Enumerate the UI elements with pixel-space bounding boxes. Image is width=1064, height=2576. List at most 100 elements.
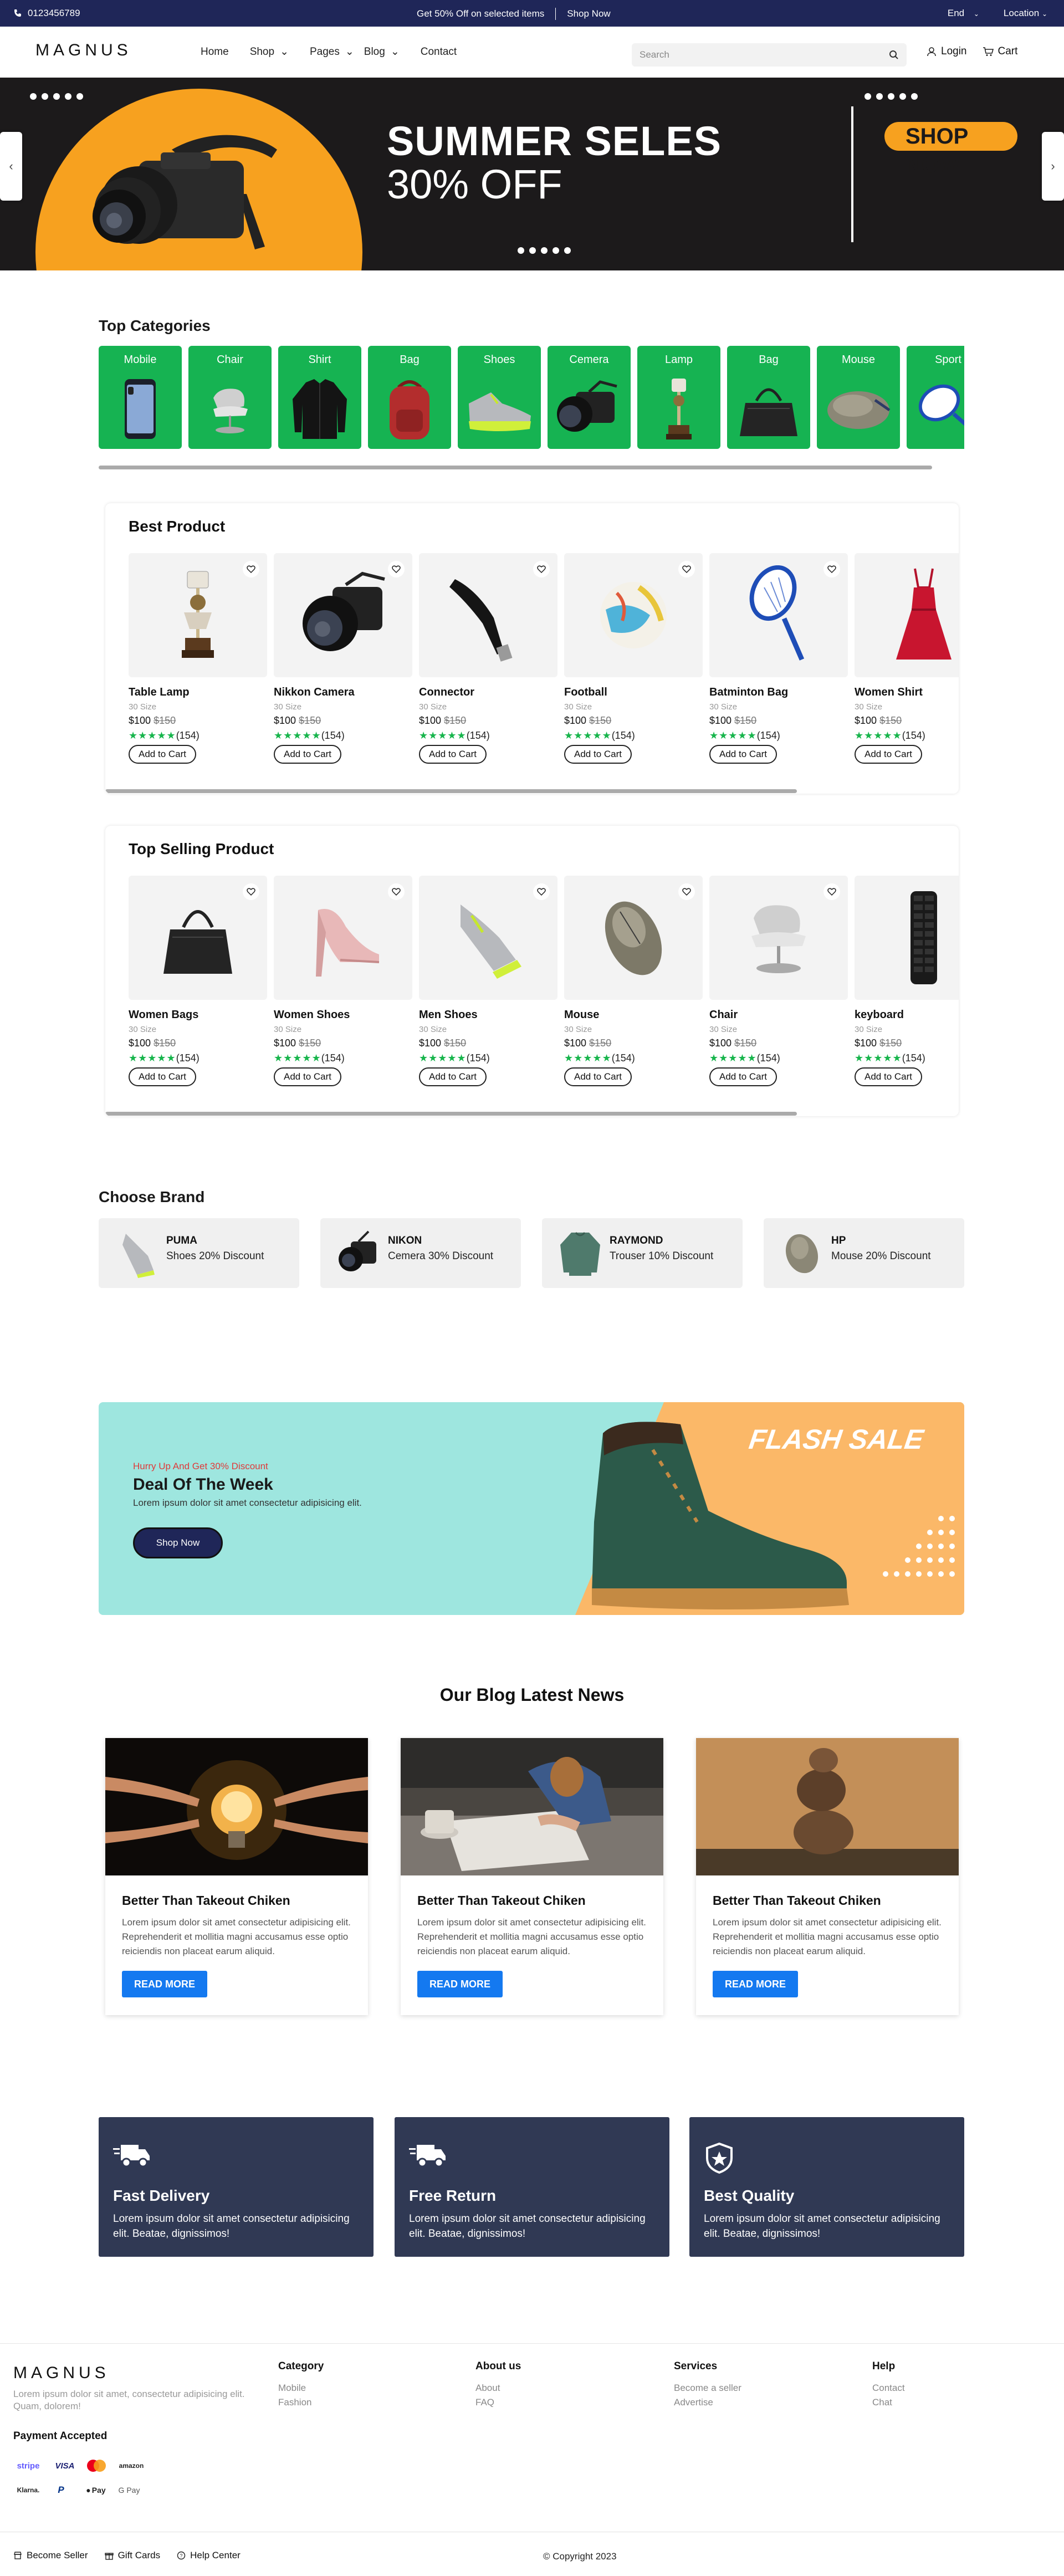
location-dropdown[interactable]: Location ⌄ [1004, 8, 1047, 19]
blog-post-title[interactable]: Better Than Takeout Chiken [417, 1893, 586, 1908]
product-image[interactable] [419, 876, 557, 1000]
hero-slider-dots[interactable] [518, 247, 571, 254]
product-name[interactable]: Batminton Bag [709, 686, 848, 699]
gift-cards-link[interactable]: Gift Cards [104, 2550, 160, 2561]
add-to-cart-button[interactable]: Add to Cart [419, 745, 487, 764]
blog-post-title[interactable]: Better Than Takeout Chiken [122, 1893, 290, 1908]
product-name[interactable]: Football [564, 686, 703, 699]
product-image[interactable] [564, 553, 703, 677]
search-input[interactable]: Search [632, 43, 907, 67]
footer-link[interactable]: Fashion [278, 2398, 324, 2407]
product-card[interactable]: Chair 30 Size $100 $150 ★★★★★(154) Add to Ca… [709, 876, 848, 1086]
hero-prev-button[interactable]: ‹ [0, 132, 22, 201]
footer-link[interactable]: FAQ [475, 2398, 521, 2407]
category-cemera[interactable]: Cemera [548, 346, 631, 449]
product-card[interactable]: Nikkon Camera 30 Size $100 $150 ★★★★★(154) A… [274, 553, 412, 764]
product-card[interactable]: Women Shirt 30 Size $100 $150 ★★★★★(154) Add… [855, 553, 959, 764]
category-bag-2[interactable]: Bag [727, 346, 810, 449]
footer-link[interactable]: Chat [872, 2398, 905, 2407]
product-image[interactable] [564, 876, 703, 1000]
add-to-cart-button[interactable]: Add to Cart [419, 1067, 487, 1086]
add-to-cart-button[interactable]: Add to Cart [709, 1067, 777, 1086]
blog-post-title[interactable]: Better Than Takeout Chiken [713, 1893, 881, 1908]
category-bag[interactable]: Bag [368, 346, 451, 449]
product-image[interactable] [129, 553, 267, 677]
product-name[interactable]: Nikkon Camera [274, 686, 412, 699]
language-dropdown[interactable]: End ⌄ [948, 8, 979, 19]
wishlist-heart-icon[interactable] [678, 883, 695, 900]
wishlist-heart-icon[interactable] [823, 883, 840, 900]
wishlist-heart-icon[interactable] [533, 561, 550, 577]
become-seller-link[interactable]: Become Seller [13, 2550, 88, 2561]
product-image[interactable] [419, 553, 557, 677]
add-to-cart-button[interactable]: Add to Cart [855, 745, 922, 764]
read-more-button[interactable]: READ MORE [713, 1971, 798, 1997]
category-sport[interactable]: Sport [907, 346, 964, 449]
read-more-button[interactable]: READ MORE [122, 1971, 207, 1997]
menu-blog[interactable]: Blog ⌄ [364, 45, 400, 58]
footer-link[interactable]: About [475, 2383, 521, 2393]
menu-home[interactable]: Home [201, 45, 229, 58]
wishlist-heart-icon[interactable] [243, 561, 259, 577]
menu-pages[interactable]: Pages ⌄ [310, 45, 354, 58]
product-name[interactable]: Chair [709, 1009, 848, 1021]
help-center-link[interactable]: ? Help Center [177, 2550, 241, 2561]
product-image[interactable] [129, 876, 267, 1000]
product-name[interactable]: keyboard [855, 1009, 959, 1021]
product-card[interactable]: Mouse 30 Size $100 $150 ★★★★★(154) Add to Ca… [564, 876, 703, 1086]
product-card[interactable]: Men Shoes 30 Size $100 $150 ★★★★★(154) Add t… [419, 876, 557, 1086]
add-to-cart-button[interactable]: Add to Cart [274, 1067, 341, 1086]
brand-card-puma[interactable]: PUMA Shoes 20% Discount [99, 1218, 299, 1288]
category-lamp[interactable]: Lamp [637, 346, 720, 449]
wishlist-heart-icon[interactable] [388, 561, 405, 577]
brand-card-hp[interactable]: HP Mouse 20% Discount [764, 1218, 964, 1288]
category-mobile[interactable]: Mobile [99, 346, 182, 449]
product-card[interactable]: Batminton Bag 30 Size $100 $150 ★★★★★(154) A… [709, 553, 848, 764]
product-name[interactable]: Table Lamp [129, 686, 267, 699]
product-card[interactable]: Women Shoes 30 Size $100 $150 ★★★★★(154) Add… [274, 876, 412, 1086]
category-scrollbar[interactable] [99, 466, 932, 469]
add-to-cart-button[interactable]: Add to Cart [855, 1067, 922, 1086]
footer-logo[interactable]: MAGNUS [13, 2364, 110, 2383]
deal-shop-now-button[interactable]: Shop Now [133, 1527, 223, 1558]
category-shoes[interactable]: Shoes [458, 346, 541, 449]
blog-post-image[interactable] [696, 1738, 959, 1875]
product-name[interactable]: Connector [419, 686, 557, 699]
hero-shop-now-button[interactable]: SHOP NOW [884, 122, 1017, 177]
wishlist-heart-icon[interactable] [533, 883, 550, 900]
product-card[interactable]: Women Bags 30 Size $100 $150 ★★★★★(154) Add … [129, 876, 267, 1086]
add-to-cart-button[interactable]: Add to Cart [129, 745, 196, 764]
blog-post-image[interactable] [401, 1738, 663, 1875]
footer-link[interactable]: Contact [872, 2383, 905, 2393]
menu-shop[interactable]: Shop ⌄ [250, 45, 289, 58]
read-more-button[interactable]: READ MORE [417, 1971, 503, 1997]
add-to-cart-button[interactable]: Add to Cart [564, 1067, 632, 1086]
product-image[interactable] [709, 876, 848, 1000]
add-to-cart-button[interactable]: Add to Cart [129, 1067, 196, 1086]
product-name[interactable]: Women Bags [129, 1009, 267, 1021]
product-card[interactable]: Connector 30 Size $100 $150 ★★★★★(154) Add t… [419, 553, 557, 764]
category-chair[interactable]: Chair [188, 346, 272, 449]
add-to-cart-button[interactable]: Add to Cart [564, 745, 632, 764]
add-to-cart-button[interactable]: Add to Cart [709, 745, 777, 764]
blog-post-image[interactable] [105, 1738, 368, 1875]
product-card[interactable]: Football 30 Size $100 $150 ★★★★★(154) Add to… [564, 553, 703, 764]
footer-link[interactable]: Mobile [278, 2383, 324, 2393]
search-icon[interactable] [889, 50, 899, 60]
product-image[interactable] [274, 876, 412, 1000]
wishlist-heart-icon[interactable] [823, 561, 840, 577]
menu-contact[interactable]: Contact [421, 45, 457, 58]
product-name[interactable]: Women Shoes [274, 1009, 412, 1021]
wishlist-heart-icon[interactable] [678, 561, 695, 577]
product-card[interactable]: Table Lamp 30 Size $100 $150 ★★★★★(154) Add … [129, 553, 267, 764]
login-link[interactable]: Login [927, 45, 967, 58]
wishlist-heart-icon[interactable] [388, 883, 405, 900]
footer-link[interactable]: Become a seller [674, 2383, 741, 2393]
add-to-cart-button[interactable]: Add to Cart [274, 745, 341, 764]
hero-next-button[interactable]: › [1042, 132, 1064, 201]
product-name[interactable]: Mouse [564, 1009, 703, 1021]
product-image[interactable] [855, 876, 959, 1000]
cart-link[interactable]: Cart [983, 45, 1017, 58]
top-selling-scrollbar[interactable] [105, 1112, 797, 1116]
product-image[interactable] [855, 553, 959, 677]
